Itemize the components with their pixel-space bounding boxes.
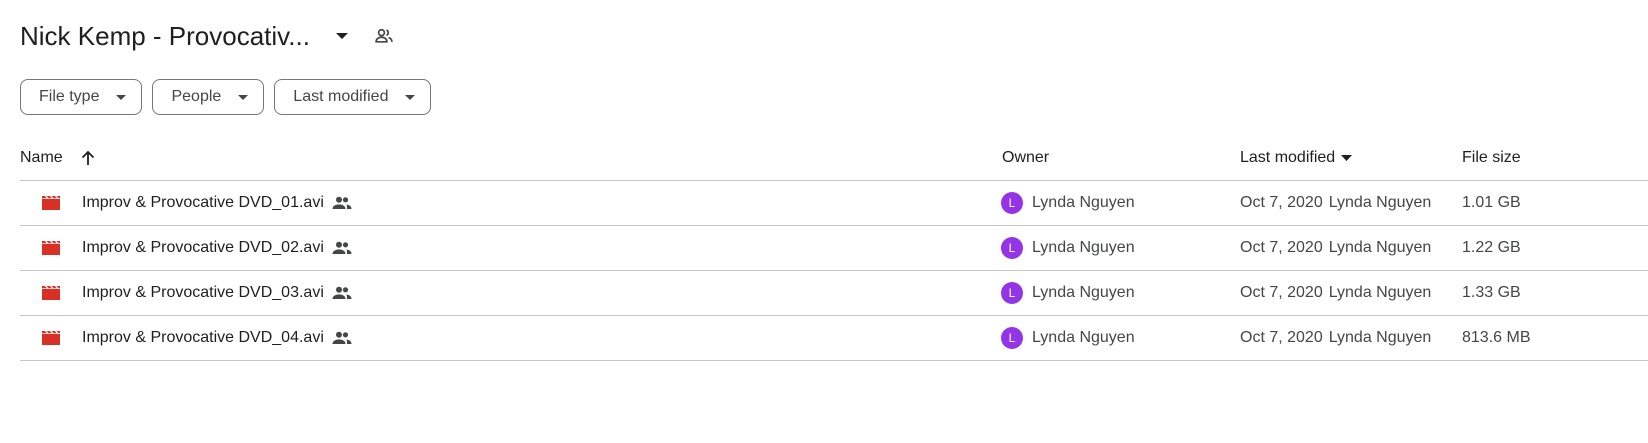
modified-date: Oct 7, 2020 xyxy=(1240,239,1323,256)
file-size: 813.6 MB xyxy=(1462,329,1531,346)
table-header: Name Owner Last modified File size xyxy=(20,136,1648,181)
caret-down-icon[interactable] xyxy=(330,24,354,48)
last-modified-cell: Oct 7, 2020 Lynda Nguyen xyxy=(1240,181,1431,225)
file-name-cell[interactable]: Improv & Provocative DVD_02.avi xyxy=(82,226,352,270)
caret-down-icon xyxy=(113,89,129,105)
file-name-cell[interactable]: Improv & Provocative DVD_04.avi xyxy=(82,316,352,360)
avatar[interactable]: L xyxy=(1001,327,1023,349)
table-row[interactable]: Improv & Provocative DVD_02.avi L Lynda … xyxy=(20,226,1648,271)
owner-name: Lynda Nguyen xyxy=(1032,329,1135,346)
modified-date: Oct 7, 2020 xyxy=(1240,329,1323,346)
owner-cell: L Lynda Nguyen xyxy=(1001,226,1135,270)
video-file-icon xyxy=(40,316,62,360)
filter-label: People xyxy=(171,88,222,105)
owner-name: Lynda Nguyen xyxy=(1032,239,1135,256)
file-name: Improv & Provocative DVD_01.avi xyxy=(82,194,324,211)
filter-label: Last modified xyxy=(293,88,389,105)
video-file-icon xyxy=(40,181,62,225)
caret-down-icon xyxy=(402,89,418,105)
file-size-cell: 1.01 GB xyxy=(1462,181,1521,225)
file-size-cell: 1.33 GB xyxy=(1462,271,1521,315)
avatar[interactable]: L xyxy=(1001,237,1023,259)
table-row[interactable]: Improv & Provocative DVD_01.avi L Lynda … xyxy=(20,181,1648,226)
modified-by: Lynda Nguyen xyxy=(1328,194,1432,211)
folder-header: Nick Kemp - Provocativ... xyxy=(20,16,396,56)
drive-folder-view: Nick Kemp - Provocativ... File type Peop… xyxy=(0,0,1648,443)
file-size-cell: 1.22 GB xyxy=(1462,226,1521,270)
column-header-owner[interactable]: Owner xyxy=(1002,149,1049,167)
shared-people-icon[interactable] xyxy=(372,24,396,48)
modified-by: Lynda Nguyen xyxy=(1328,239,1432,256)
people-icon xyxy=(332,241,352,255)
table-row[interactable]: Improv & Provocative DVD_04.avi L Lynda … xyxy=(20,316,1648,361)
file-size: 1.01 GB xyxy=(1462,194,1521,211)
table-body: Improv & Provocative DVD_01.avi L Lynda … xyxy=(20,181,1648,361)
file-name: Improv & Provocative DVD_02.avi xyxy=(82,239,324,256)
column-header-name[interactable]: Name xyxy=(20,149,95,167)
avatar[interactable]: L xyxy=(1001,192,1023,214)
owner-name: Lynda Nguyen xyxy=(1032,284,1135,301)
caret-down-icon xyxy=(1341,155,1353,161)
column-header-file-size[interactable]: File size xyxy=(1462,149,1521,167)
video-file-icon xyxy=(40,271,62,315)
column-label: File size xyxy=(1462,149,1521,166)
filter-people[interactable]: People xyxy=(152,79,265,115)
column-header-last-modified[interactable]: Last modified xyxy=(1240,149,1353,167)
modified-date: Oct 7, 2020 xyxy=(1240,194,1323,211)
arrow-up-icon[interactable] xyxy=(81,150,95,166)
caret-down-icon xyxy=(235,89,251,105)
filter-label: File type xyxy=(39,88,100,105)
column-label: Name xyxy=(20,149,63,166)
file-table: Name Owner Last modified File size Impro… xyxy=(20,136,1648,361)
column-label: Last modified xyxy=(1240,149,1336,166)
file-name-cell[interactable]: Improv & Provocative DVD_01.avi xyxy=(82,181,352,225)
people-icon xyxy=(332,196,352,210)
filter-file-type[interactable]: File type xyxy=(20,79,143,115)
table-row[interactable]: Improv & Provocative DVD_03.avi L Lynda … xyxy=(20,271,1648,316)
people-icon xyxy=(332,331,352,345)
file-name: Improv & Provocative DVD_03.avi xyxy=(82,284,324,301)
file-name-cell[interactable]: Improv & Provocative DVD_03.avi xyxy=(82,271,352,315)
last-modified-cell: Oct 7, 2020 Lynda Nguyen xyxy=(1240,271,1431,315)
file-size-cell: 813.6 MB xyxy=(1462,316,1530,360)
owner-name: Lynda Nguyen xyxy=(1032,194,1135,211)
filter-chips: File type People Last modified xyxy=(20,79,432,115)
file-name: Improv & Provocative DVD_04.avi xyxy=(82,329,324,346)
owner-cell: L Lynda Nguyen xyxy=(1001,271,1135,315)
modified-by: Lynda Nguyen xyxy=(1328,329,1432,346)
folder-title[interactable]: Nick Kemp - Provocativ... xyxy=(20,21,310,52)
video-file-icon xyxy=(40,226,62,270)
owner-cell: L Lynda Nguyen xyxy=(1001,316,1135,360)
last-modified-cell: Oct 7, 2020 Lynda Nguyen xyxy=(1240,316,1431,360)
avatar[interactable]: L xyxy=(1001,282,1023,304)
people-icon xyxy=(332,286,352,300)
modified-date: Oct 7, 2020 xyxy=(1240,284,1323,301)
owner-cell: L Lynda Nguyen xyxy=(1001,181,1135,225)
modified-by: Lynda Nguyen xyxy=(1328,284,1432,301)
last-modified-cell: Oct 7, 2020 Lynda Nguyen xyxy=(1240,226,1431,270)
filter-last-modified[interactable]: Last modified xyxy=(274,79,432,115)
file-size: 1.33 GB xyxy=(1462,284,1521,301)
file-size: 1.22 GB xyxy=(1462,239,1521,256)
column-label: Owner xyxy=(1002,149,1050,166)
